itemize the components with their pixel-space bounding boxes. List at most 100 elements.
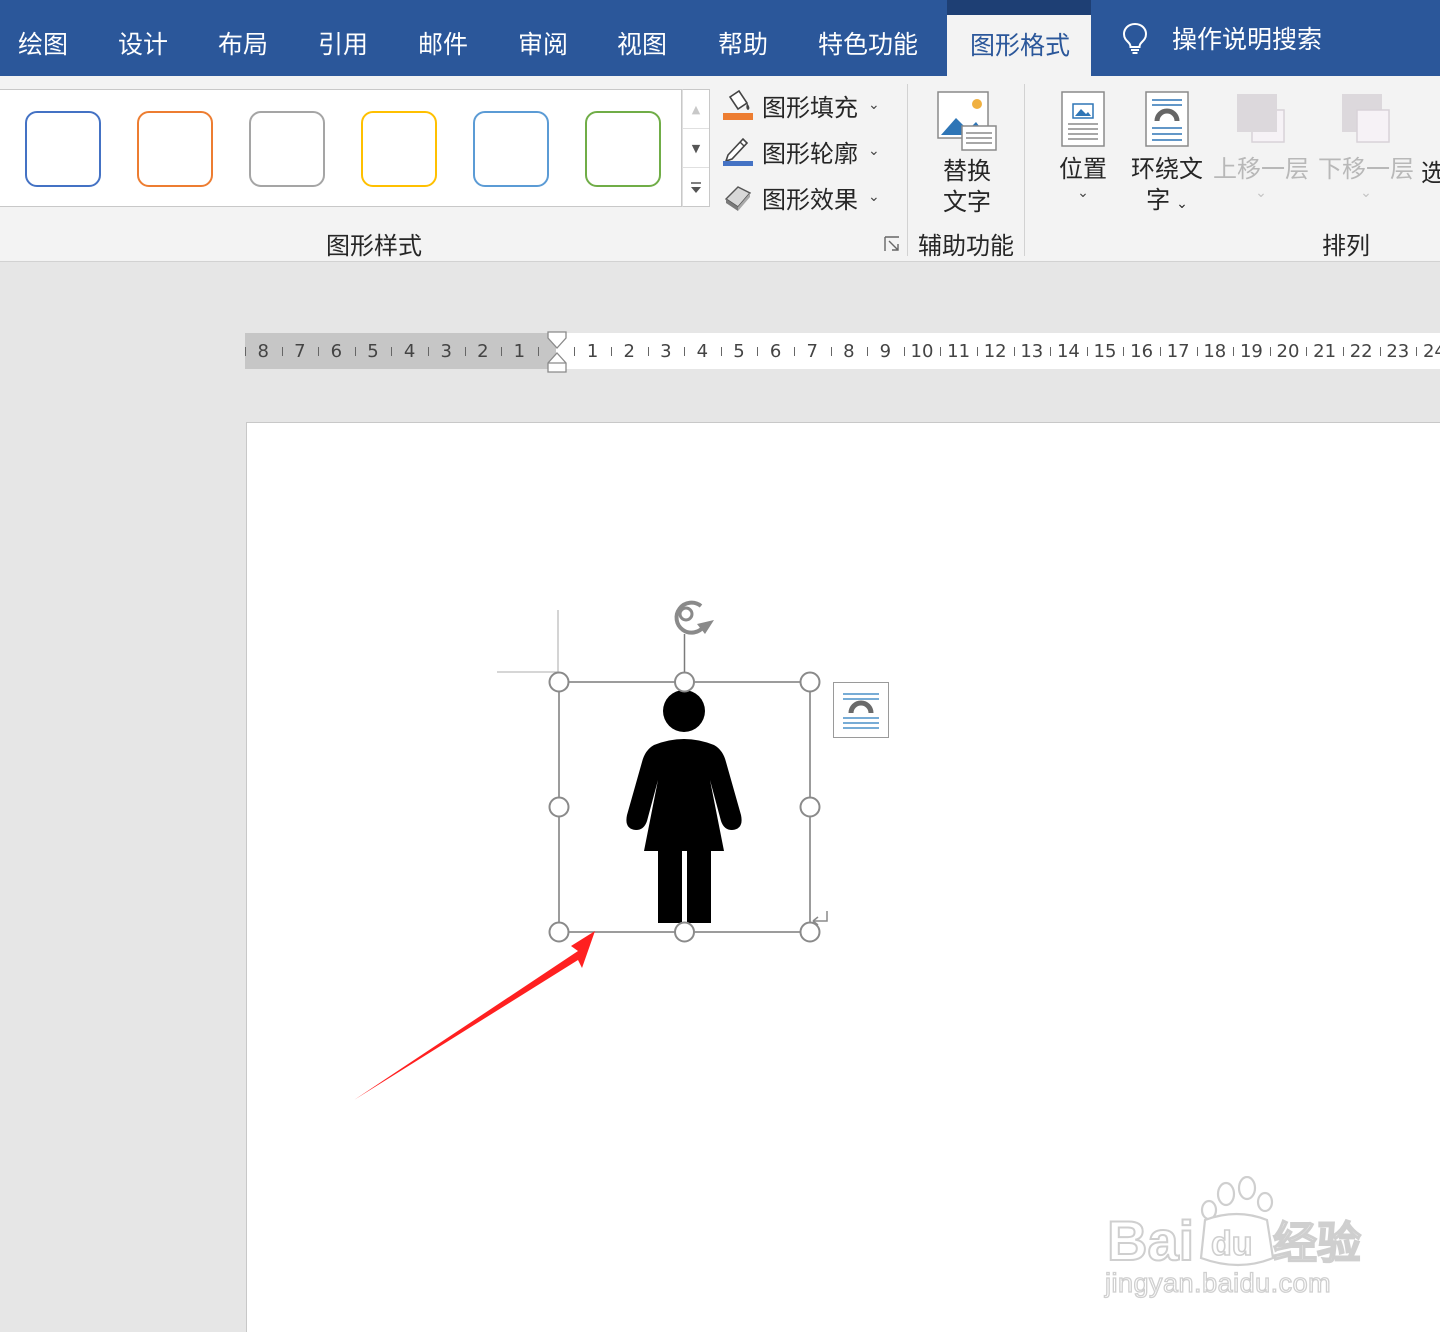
shape-style-swatch-gold[interactable] [361, 111, 437, 187]
shape-effects-icon [724, 186, 752, 211]
ruler-number: 8 [257, 341, 269, 362]
alt-text-image-icon [937, 91, 997, 151]
resize-handle-left[interactable] [548, 796, 570, 818]
wrap-text-label-line2: 字 ⌄ [1146, 186, 1188, 214]
bring-forward-button[interactable]: 上移一层 ⌄ [1212, 90, 1310, 201]
tell-me-search[interactable]: 操作说明搜索 [1120, 0, 1322, 76]
gallery-scroll-up-button[interactable]: ▲ [683, 90, 709, 129]
ruler-tick [940, 347, 942, 356]
ruler-tick [647, 347, 649, 356]
ruler-number: 6 [330, 341, 343, 362]
ruler-number: 14 [1056, 341, 1080, 362]
watermark-bai: Bai [1107, 1209, 1194, 1272]
ruler-tick [1379, 347, 1381, 356]
ruler-number: 17 [1166, 341, 1190, 362]
resize-handle-top[interactable] [674, 671, 695, 693]
horizontal-ruler[interactable]: 8 7 6 5 4 3 2 1 1 2 3 4 5 6 7 8 9 10 11 12 13 14 15 16 17 18 19 20 2… [244, 331, 1440, 373]
tab-draw[interactable]: 绘图 [18, 0, 68, 76]
indent-marker[interactable] [546, 331, 568, 373]
tab-layout[interactable]: 布局 [218, 0, 268, 76]
ruler-tick [574, 347, 576, 356]
group-separator [907, 84, 908, 256]
tab-review[interactable]: 审阅 [518, 0, 568, 76]
watermark-url: jingyan.baidu.com [1104, 1267, 1332, 1298]
tab-view[interactable]: 视图 [617, 0, 667, 76]
ruler-number: 2 [477, 341, 489, 362]
shape-style-swatch-gray[interactable] [249, 111, 325, 187]
shape-styles-group-label: 图形样式 [326, 232, 422, 260]
ruler-tick [427, 347, 429, 356]
send-backward-label: 下移一层 [1318, 155, 1414, 183]
shape-style-swatch-orange[interactable] [137, 111, 213, 187]
ruler-tick [830, 347, 832, 356]
shape-effects-button[interactable]: 图形效果 ⌄ [722, 180, 880, 214]
gallery-scroll-down-button[interactable]: ▼ [683, 129, 709, 168]
ruler-number: 12 [983, 341, 1007, 362]
resize-handle-bottom-left[interactable] [548, 921, 570, 943]
watermark-jingyan-cn: 经验 [1273, 1218, 1361, 1269]
ruler-tick [1233, 347, 1235, 356]
ruler-number: 3 [660, 341, 672, 362]
shape-styles-gallery [0, 89, 682, 207]
ruler-tick [793, 347, 795, 356]
ruler-tick [610, 347, 612, 356]
send-backward-button[interactable]: 下移一层 ⌄ [1317, 90, 1415, 201]
selection-pane-label: 选 [1421, 159, 1440, 187]
ruler-tick [1306, 347, 1308, 356]
ruler-number: 20 [1276, 341, 1300, 362]
ruler-tick [1416, 347, 1418, 356]
lightbulb-icon [1122, 22, 1148, 54]
ruler-tick [1123, 347, 1125, 356]
wrap-text-button[interactable]: 环绕文 字 ⌄ [1128, 90, 1206, 220]
resize-handle-top-left[interactable] [548, 671, 570, 693]
ruler-number: 6 [769, 341, 782, 362]
ruler-tick [1196, 347, 1198, 356]
layout-options-button[interactable] [833, 682, 889, 738]
paint-bucket-icon [723, 89, 753, 120]
ruler-tick [318, 347, 320, 356]
tab-design[interactable]: 设计 [118, 0, 168, 76]
resize-handle-right[interactable] [799, 796, 821, 818]
resize-handle-top-right[interactable] [799, 671, 821, 693]
ruler-number: 7 [294, 341, 306, 362]
chevron-down-icon: ⌄ [868, 97, 880, 113]
ruler-number: 11 [947, 341, 971, 362]
shape-outline-button[interactable]: 图形轮廓 ⌄ [722, 134, 880, 168]
ruler-number: 5 [733, 341, 745, 362]
ruler-tick [867, 347, 869, 356]
ruler-number: 19 [1239, 341, 1263, 362]
group-separator [1024, 84, 1025, 256]
chevron-down-icon: ⌄ [868, 189, 880, 205]
tab-shape-format[interactable]: 图形格式 [947, 0, 1091, 76]
resize-handle-bottom[interactable] [674, 921, 695, 943]
ruler-tick [720, 347, 722, 356]
layout-options-icon [843, 693, 879, 729]
selection-pane-button-partial[interactable]: 选 [1421, 158, 1440, 189]
ruler-tick [757, 347, 759, 356]
shape-fill-button[interactable]: 图形填充 ⌄ [722, 88, 880, 122]
alt-text-label-line2: 文字 [943, 188, 991, 216]
shape-style-swatch-green[interactable] [585, 111, 661, 187]
dialog-launcher-icon[interactable] [884, 236, 900, 252]
shape-style-swatch-lightblue[interactable] [473, 111, 549, 187]
ruler-left-margin [245, 333, 556, 369]
ruler-number: 16 [1130, 341, 1154, 362]
ruler-number: 21 [1313, 341, 1337, 362]
ruler-number: 22 [1349, 341, 1373, 362]
shape-outline-label: 图形轮廓 [762, 139, 858, 168]
gallery-more-button[interactable] [683, 168, 709, 207]
ruler-tick [391, 347, 393, 356]
ruler-number: 24 [1422, 341, 1440, 362]
ruler-tick [1086, 347, 1088, 356]
ribbon-tab-bar: 绘图 设计 布局 引用 邮件 审阅 视图 帮助 特色功能 图形格式 操作说明搜索 [0, 0, 1440, 76]
watermark-du: du [1211, 1225, 1253, 1263]
alt-text-button[interactable]: 替换 文字 [930, 90, 1004, 218]
tab-special-features[interactable]: 特色功能 [818, 0, 918, 76]
tab-references[interactable]: 引用 [318, 0, 368, 76]
ruler-number: 9 [879, 341, 892, 362]
shape-style-swatch-blue[interactable] [25, 111, 101, 187]
position-button[interactable]: 位置 ⌄ [1054, 90, 1112, 201]
tab-help[interactable]: 帮助 [718, 0, 768, 76]
tab-mailings[interactable]: 邮件 [418, 0, 468, 76]
resize-handle-bottom-right[interactable] [799, 921, 821, 943]
